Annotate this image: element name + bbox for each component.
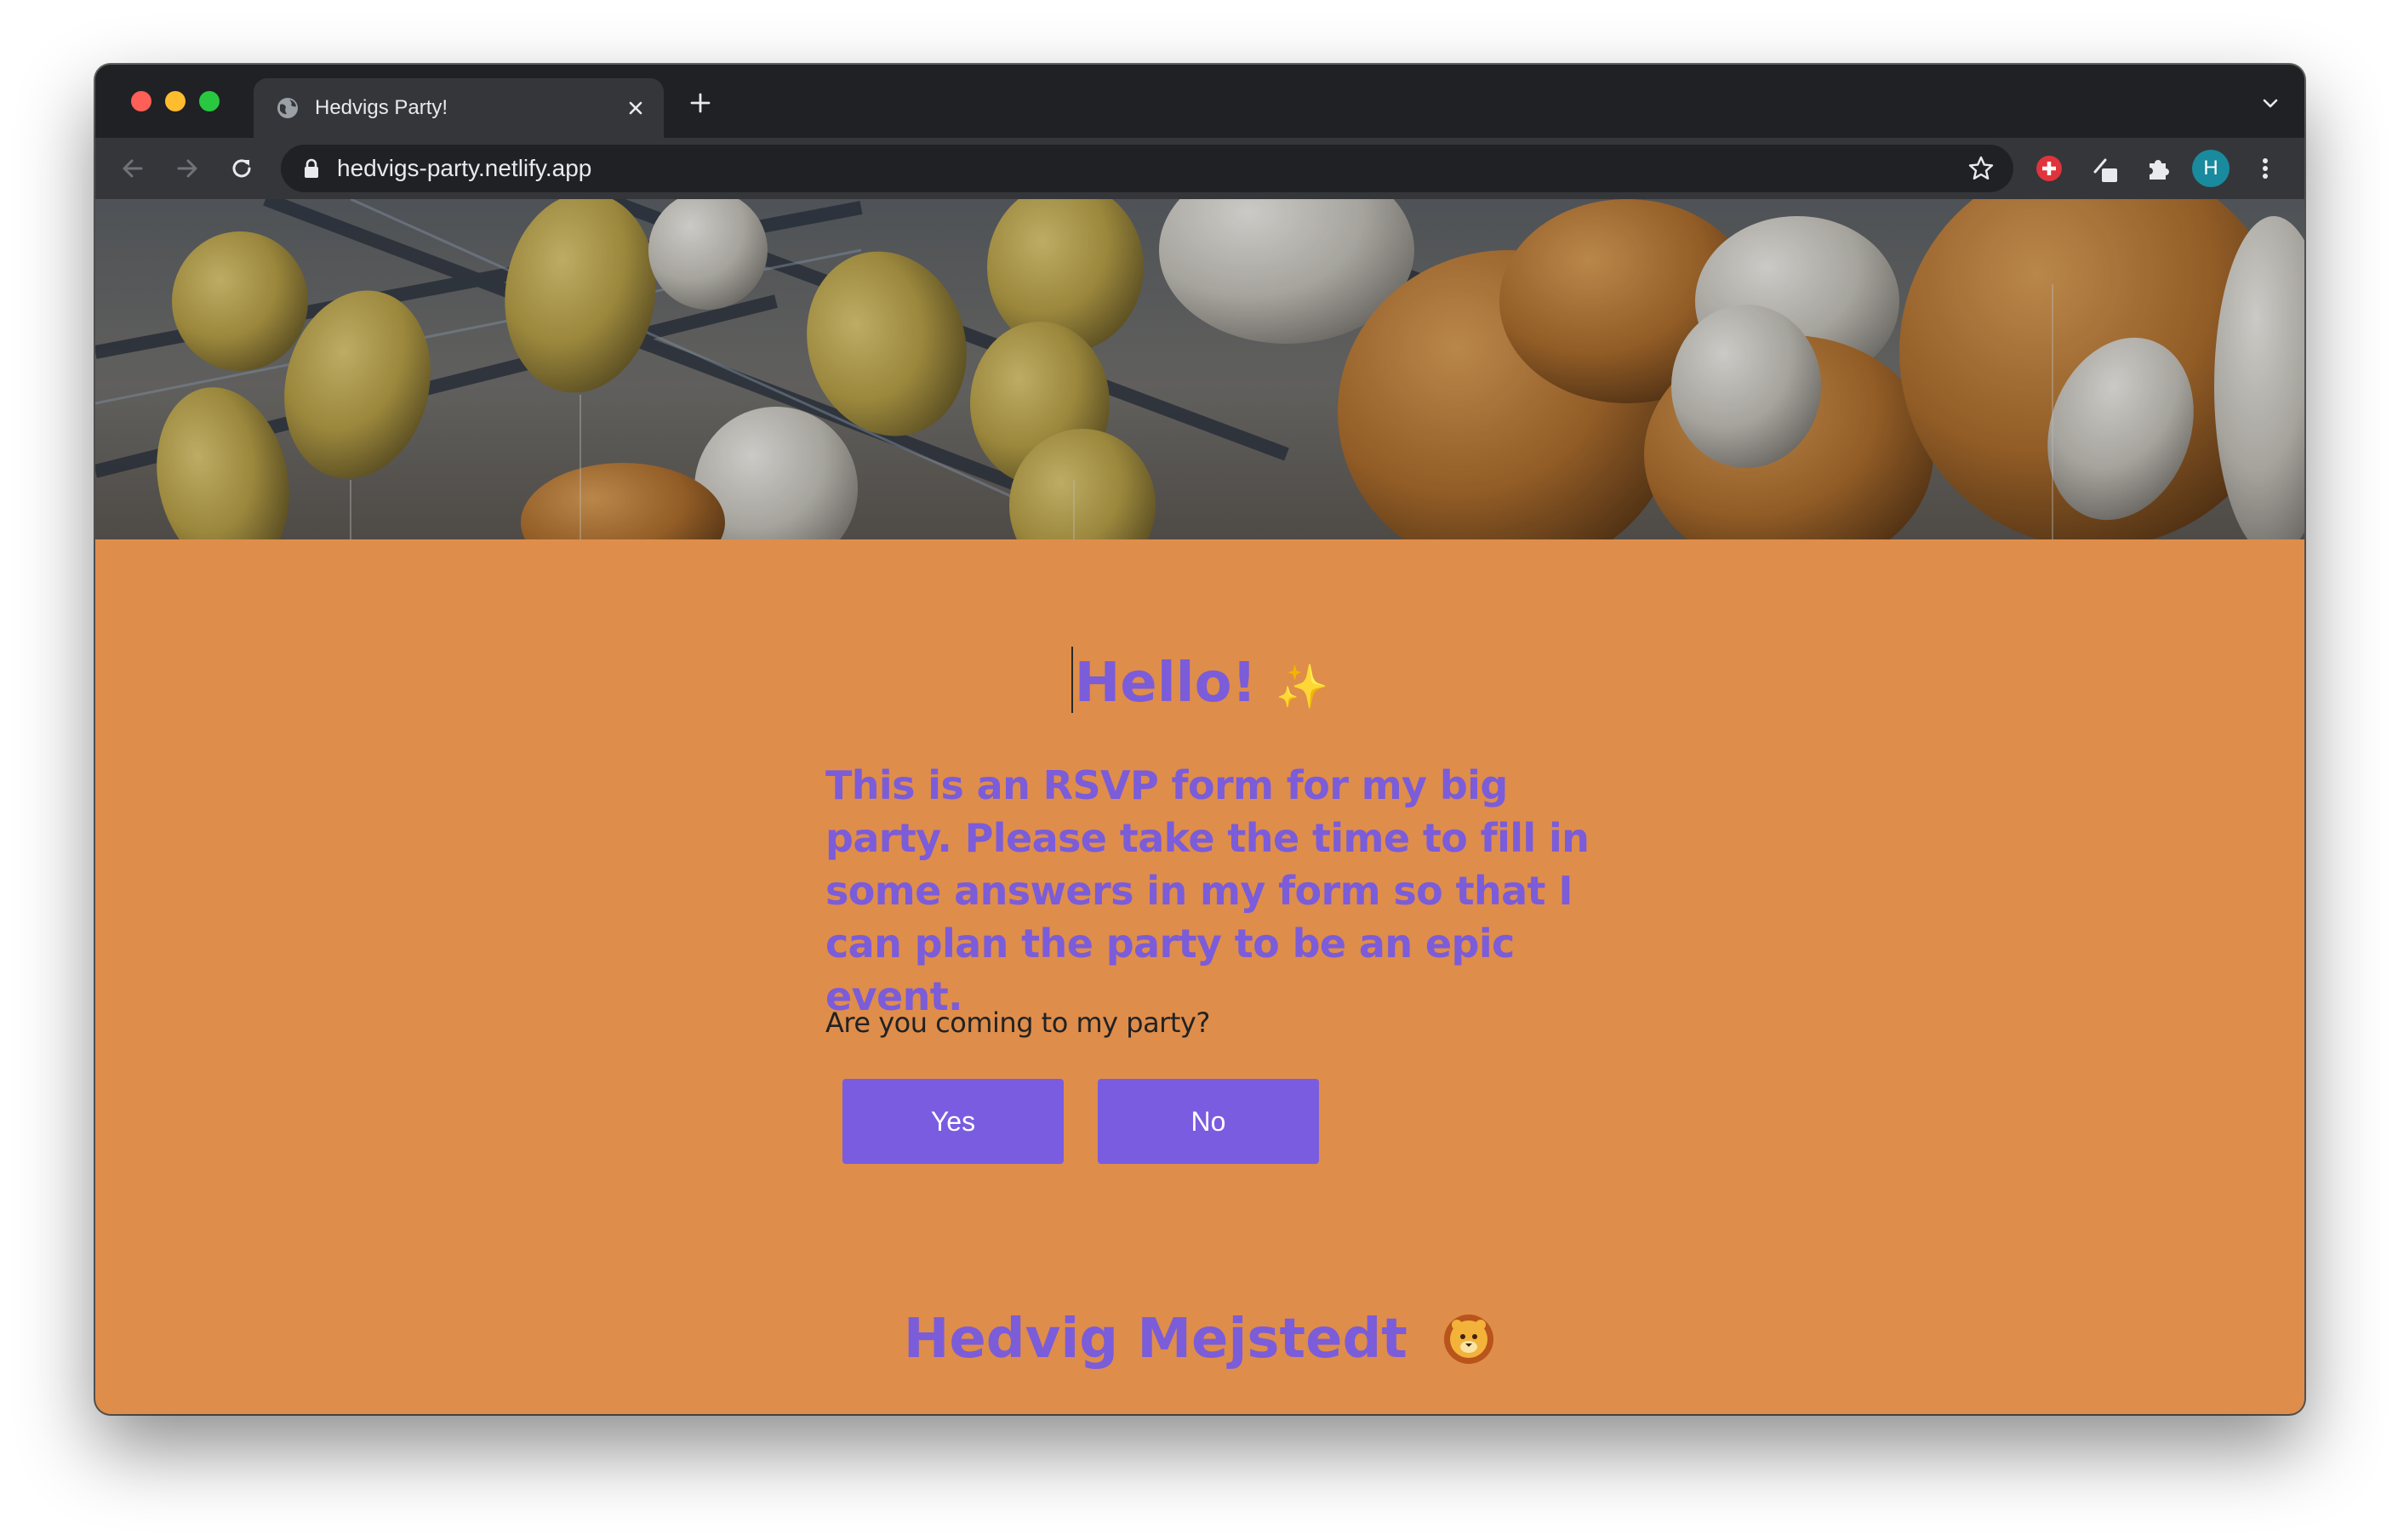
url-text: hedvigs-party.netlify.app (337, 155, 592, 181)
greeting-heading: Hello! ✨ (95, 647, 2304, 721)
browser-window: Hedvigs Party! hedvigs-party.netlify.app… (95, 65, 2304, 1414)
no-button[interactable]: No (1098, 1079, 1319, 1164)
globe-icon (277, 98, 298, 118)
star-icon[interactable] (1967, 155, 1995, 182)
maximize-window-button[interactable] (199, 91, 220, 111)
kebab-menu-icon[interactable] (2250, 153, 2281, 184)
plus-icon[interactable] (688, 90, 713, 116)
chevron-down-icon[interactable] (2260, 94, 2281, 114)
puzzle-icon[interactable] (2143, 153, 2173, 184)
close-icon[interactable] (623, 95, 648, 121)
extension-red-cross-icon[interactable] (2034, 153, 2064, 184)
intro-paragraph: This is an RSVP form for my big party. P… (825, 762, 1590, 1019)
web-page: Hello! ✨ This is an RSVP form for my big… (95, 199, 2304, 1414)
back-arrow-icon[interactable] (117, 153, 148, 184)
address-bar[interactable]: hedvigs-party.netlify.app (281, 145, 2013, 192)
tab-title: Hedvigs Party! (315, 96, 448, 119)
text-cursor (1071, 647, 1073, 713)
balloon-hero-image (95, 199, 2304, 539)
browser-toolbar: hedvigs-party.netlify.app H (95, 138, 2304, 199)
footer-name-text: Hedvig Mejstedt (903, 1308, 1407, 1371)
sparkles-icon: ✨ (1276, 662, 1329, 711)
greeting-text: Hello! (1074, 652, 1257, 715)
close-window-button[interactable] (131, 91, 151, 111)
yes-button[interactable]: Yes (842, 1079, 1064, 1164)
lock-icon (305, 158, 318, 178)
balloon-illustration (95, 199, 2304, 539)
lion-face-icon (1444, 1315, 1494, 1364)
rsvp-section: Hello! ✨ This is an RSVP form for my big… (95, 539, 2304, 1414)
minimize-window-button[interactable] (165, 91, 186, 111)
browser-tab[interactable]: Hedvigs Party! (254, 78, 664, 138)
extension-pen-icon[interactable] (2090, 153, 2121, 184)
attendance-question: Are you coming to my party? (825, 1007, 1210, 1039)
forward-arrow-icon[interactable] (172, 153, 203, 184)
reload-icon[interactable] (226, 153, 257, 184)
profile-avatar[interactable]: H (2192, 150, 2230, 187)
tab-strip: Hedvigs Party! (95, 65, 2304, 138)
footer-signature: Hedvig Mejstedt (95, 1305, 2304, 1373)
